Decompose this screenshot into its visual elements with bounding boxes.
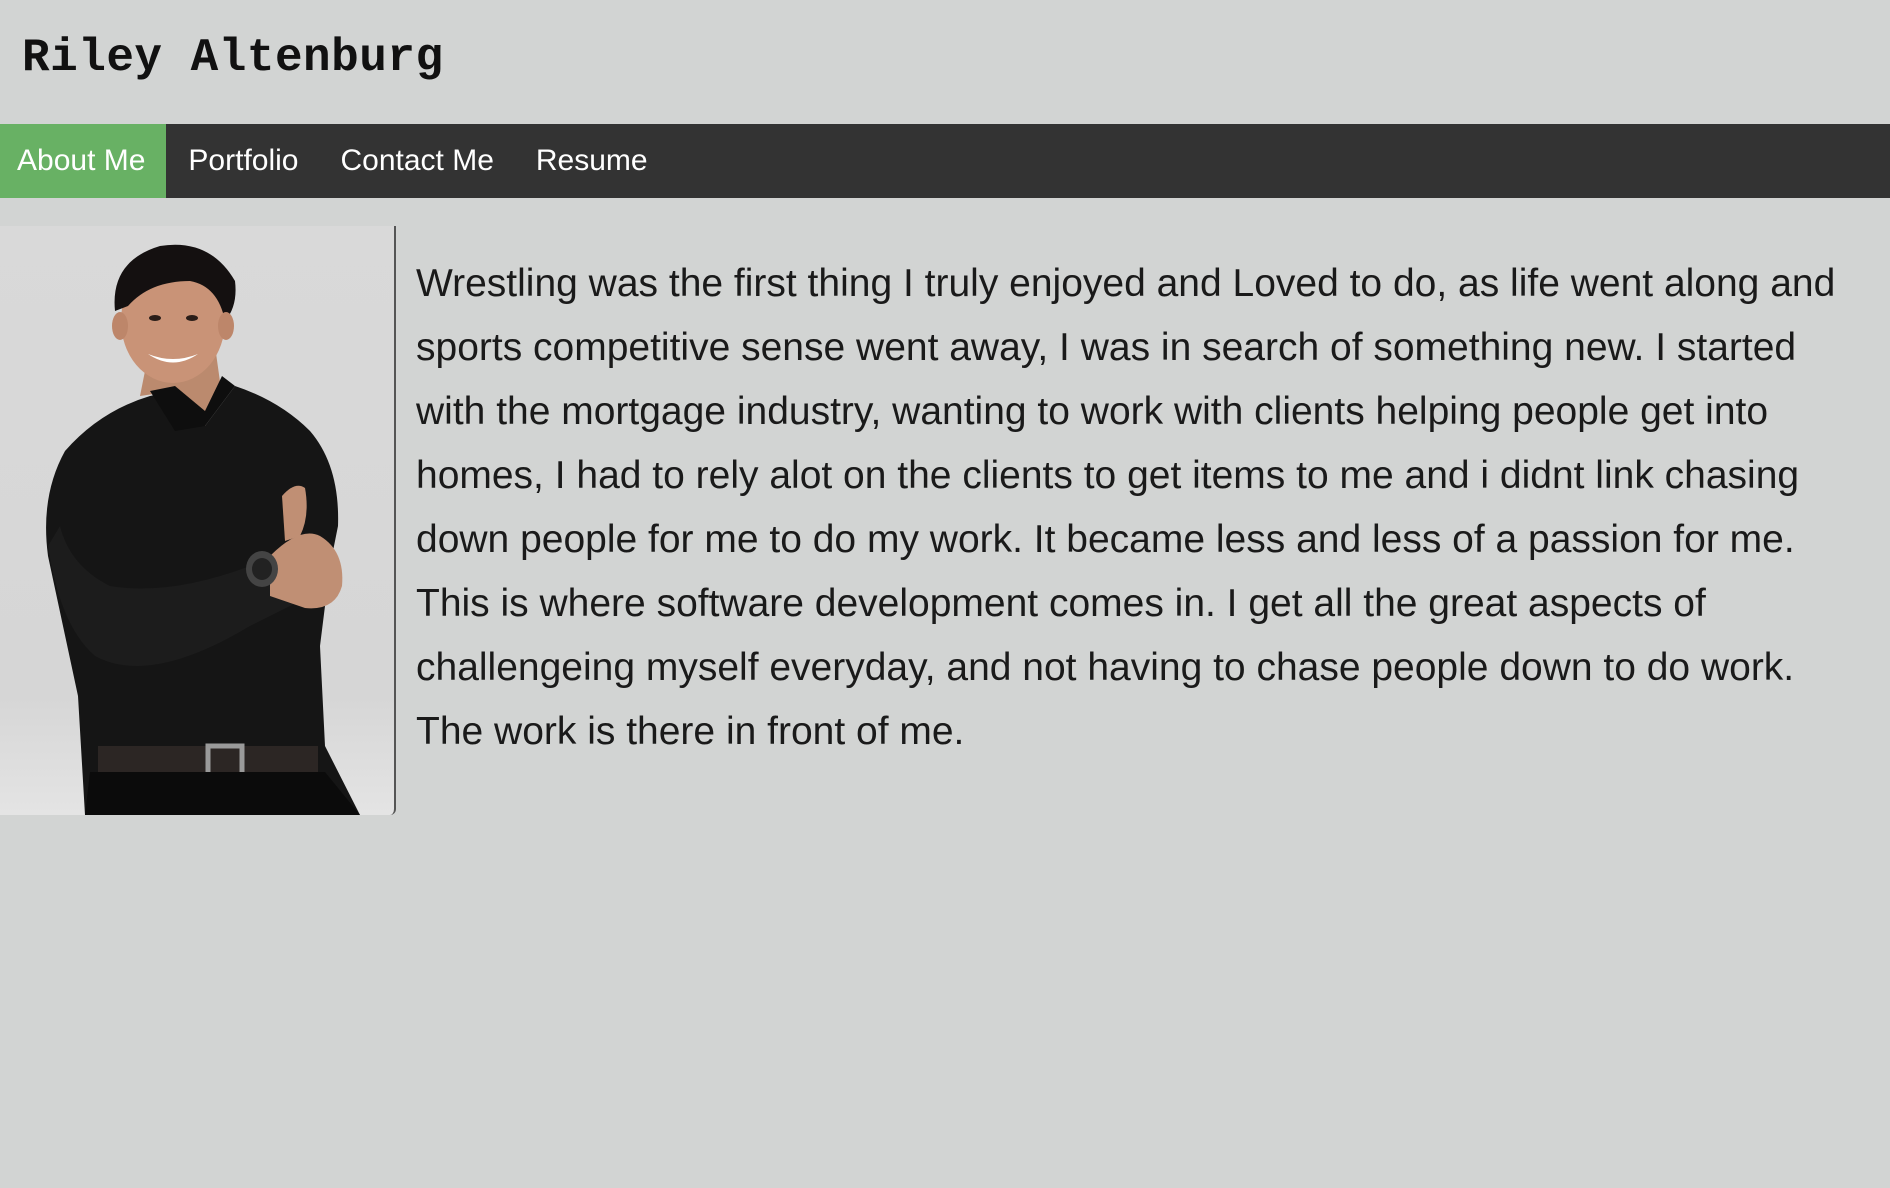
nav-item-resume[interactable]: Resume xyxy=(515,124,669,198)
nav-item-portfolio[interactable]: Portfolio xyxy=(166,124,319,198)
main-nav: About Me Portfolio Contact Me Resume xyxy=(0,124,1890,198)
bio-text: Wrestling was the first thing I truly en… xyxy=(416,262,1836,753)
nav-item-about-me[interactable]: About Me xyxy=(0,124,167,198)
site-header: Riley Altenburg xyxy=(0,0,1890,124)
nav-item-contact-me[interactable]: Contact Me xyxy=(319,124,514,198)
about-section: Wrestling was the first thing I truly en… xyxy=(0,226,1890,815)
site-title: Riley Altenburg xyxy=(22,32,444,84)
profile-photo xyxy=(0,226,396,815)
profile-photo-illustration xyxy=(46,244,360,815)
